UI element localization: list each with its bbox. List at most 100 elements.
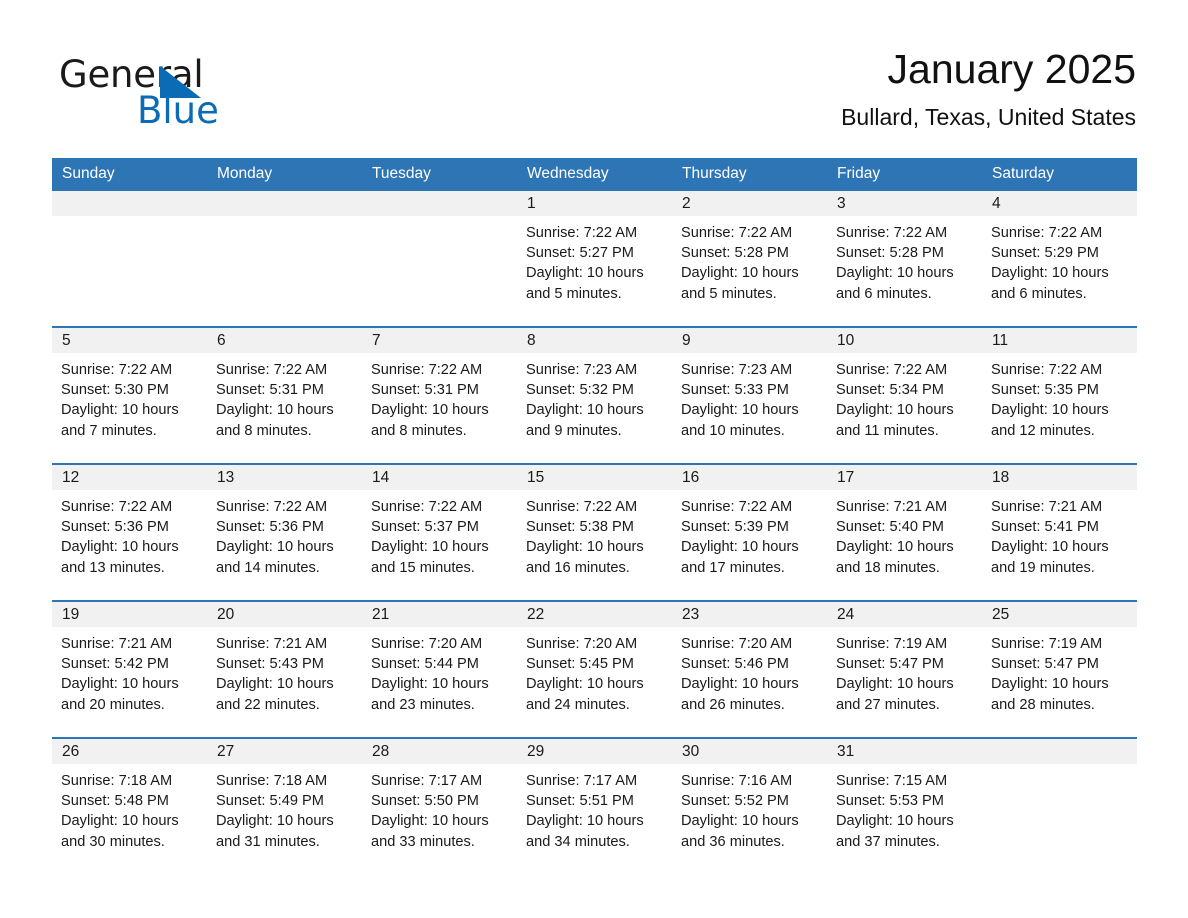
day-sun-info: Sunrise: 7:23 AM Sunset: 5:32 PM Daylight:… (517, 353, 672, 441)
day-number: 5 (62, 332, 71, 349)
day-number-band: 10 (827, 328, 982, 353)
calendar-day-cell-empty (982, 739, 1137, 874)
calendar-day-cell[interactable]: 15 Sunrise: 7:22 AM Sunset: 5:38 PM Dayligh… (517, 465, 672, 600)
day-number-band: 13 (207, 465, 362, 490)
day-number: 20 (217, 606, 235, 623)
day-number: 28 (372, 743, 390, 760)
day-sun-info: Sunrise: 7:21 AM Sunset: 5:41 PM Daylight:… (982, 490, 1137, 578)
day-sun-info: Sunrise: 7:22 AM Sunset: 5:36 PM Daylight:… (207, 490, 362, 578)
calendar-day-cell[interactable]: 1 Sunrise: 7:22 AM Sunset: 5:27 PM Daylight… (517, 191, 672, 326)
day-number-band: 28 (362, 739, 517, 764)
calendar-day-cell[interactable]: 10 Sunrise: 7:22 AM Sunset: 5:34 PM Dayligh… (827, 328, 982, 463)
calendar-day-cell[interactable]: 23 Sunrise: 7:20 AM Sunset: 5:46 PM Dayligh… (672, 602, 827, 737)
calendar-week-row: 26 Sunrise: 7:18 AM Sunset: 5:48 PM Dayligh… (52, 737, 1137, 874)
day-number: 16 (682, 469, 700, 486)
sunset-text: Sunset: 5:31 PM (371, 382, 479, 399)
calendar-day-cell[interactable]: 24 Sunrise: 7:19 AM Sunset: 5:47 PM Dayligh… (827, 602, 982, 737)
calendar-day-cell[interactable]: 30 Sunrise: 7:16 AM Sunset: 5:52 PM Dayligh… (672, 739, 827, 874)
day-number-band (52, 191, 207, 216)
day-number: 14 (372, 469, 390, 486)
calendar-day-cell[interactable]: 13 Sunrise: 7:22 AM Sunset: 5:36 PM Dayligh… (207, 465, 362, 600)
calendar-day-cell[interactable]: 8 Sunrise: 7:23 AM Sunset: 5:32 PM Daylight… (517, 328, 672, 463)
sunrise-text: Sunrise: 7:18 AM (216, 773, 328, 789)
day-sun-info: Sunrise: 7:19 AM Sunset: 5:47 PM Daylight:… (982, 627, 1137, 715)
calendar-day-cell[interactable]: 12 Sunrise: 7:22 AM Sunset: 5:36 PM Dayligh… (52, 465, 207, 600)
day-number-band: 31 (827, 739, 982, 764)
day-sun-info: Sunrise: 7:22 AM Sunset: 5:36 PM Daylight:… (52, 490, 207, 578)
daylight-text: Daylight: 10 hours and 5 minutes. (681, 265, 799, 302)
calendar-day-cell[interactable]: 28 Sunrise: 7:17 AM Sunset: 5:50 PM Dayligh… (362, 739, 517, 874)
day-sun-info: Sunrise: 7:22 AM Sunset: 5:31 PM Daylight:… (362, 353, 517, 441)
day-number-band: 5 (52, 328, 207, 353)
calendar-day-cell[interactable]: 14 Sunrise: 7:22 AM Sunset: 5:37 PM Dayligh… (362, 465, 517, 600)
daylight-text: Daylight: 10 hours and 17 minutes. (681, 539, 799, 576)
calendar-day-cell[interactable]: 9 Sunrise: 7:23 AM Sunset: 5:33 PM Daylight… (672, 328, 827, 463)
weekday-header-saturday: Saturday (992, 165, 1055, 182)
calendar-day-cell[interactable]: 21 Sunrise: 7:20 AM Sunset: 5:44 PM Dayligh… (362, 602, 517, 737)
day-number-band: 26 (52, 739, 207, 764)
sunset-text: Sunset: 5:35 PM (991, 382, 1099, 399)
sunset-text: Sunset: 5:36 PM (216, 519, 324, 536)
sunset-text: Sunset: 5:42 PM (61, 656, 169, 673)
calendar-day-cell[interactable]: 25 Sunrise: 7:19 AM Sunset: 5:47 PM Dayligh… (982, 602, 1137, 737)
calendar-week-row: 5 Sunrise: 7:22 AM Sunset: 5:30 PM Daylight… (52, 326, 1137, 463)
daylight-text: Daylight: 10 hours and 33 minutes. (371, 813, 489, 850)
calendar-week-row: 1 Sunrise: 7:22 AM Sunset: 5:27 PM Daylight… (52, 191, 1137, 326)
daylight-text: Daylight: 10 hours and 36 minutes. (681, 813, 799, 850)
daylight-text: Daylight: 10 hours and 37 minutes. (836, 813, 954, 850)
daylight-text: Daylight: 10 hours and 6 minutes. (991, 265, 1109, 302)
title-block: January 2025 Bullard, Texas, United Stat… (841, 44, 1136, 131)
sunset-text: Sunset: 5:52 PM (681, 793, 789, 810)
day-number: 30 (682, 743, 700, 760)
calendar-week-row: 19 Sunrise: 7:21 AM Sunset: 5:42 PM Dayligh… (52, 600, 1137, 737)
day-number-band: 18 (982, 465, 1137, 490)
sunrise-text: Sunrise: 7:22 AM (836, 225, 948, 241)
day-number: 10 (837, 332, 855, 349)
sunrise-text: Sunrise: 7:20 AM (681, 636, 793, 652)
calendar-day-cell[interactable]: 2 Sunrise: 7:22 AM Sunset: 5:28 PM Daylight… (672, 191, 827, 326)
calendar-day-cell[interactable]: 19 Sunrise: 7:21 AM Sunset: 5:42 PM Dayligh… (52, 602, 207, 737)
calendar-day-cell[interactable]: 17 Sunrise: 7:21 AM Sunset: 5:40 PM Dayligh… (827, 465, 982, 600)
sunrise-text: Sunrise: 7:22 AM (371, 362, 483, 378)
day-number: 15 (527, 469, 545, 486)
calendar-day-cell-empty (52, 191, 207, 326)
calendar-day-cell[interactable]: 5 Sunrise: 7:22 AM Sunset: 5:30 PM Daylight… (52, 328, 207, 463)
day-number: 2 (682, 195, 691, 212)
calendar-day-cell[interactable]: 4 Sunrise: 7:22 AM Sunset: 5:29 PM Daylight… (982, 191, 1137, 326)
general-blue-logo[interactable]: General Blue (59, 53, 389, 139)
sunset-text: Sunset: 5:30 PM (61, 382, 169, 399)
sunrise-text: Sunrise: 7:22 AM (371, 499, 483, 515)
daylight-text: Daylight: 10 hours and 8 minutes. (216, 402, 334, 439)
sunset-text: Sunset: 5:45 PM (526, 656, 634, 673)
day-sun-info: Sunrise: 7:22 AM Sunset: 5:35 PM Daylight:… (982, 353, 1137, 441)
sunset-text: Sunset: 5:47 PM (991, 656, 1099, 673)
calendar-day-cell[interactable]: 26 Sunrise: 7:18 AM Sunset: 5:48 PM Dayligh… (52, 739, 207, 874)
calendar-day-cell[interactable]: 7 Sunrise: 7:22 AM Sunset: 5:31 PM Daylight… (362, 328, 517, 463)
calendar-day-cell[interactable]: 16 Sunrise: 7:22 AM Sunset: 5:39 PM Dayligh… (672, 465, 827, 600)
calendar-day-cell[interactable]: 20 Sunrise: 7:21 AM Sunset: 5:43 PM Dayligh… (207, 602, 362, 737)
day-number-band (207, 191, 362, 216)
day-number-band: 4 (982, 191, 1137, 216)
daylight-text: Daylight: 10 hours and 22 minutes. (216, 676, 334, 713)
day-number-band: 14 (362, 465, 517, 490)
sunset-text: Sunset: 5:33 PM (681, 382, 789, 399)
calendar-day-cell[interactable]: 18 Sunrise: 7:21 AM Sunset: 5:41 PM Dayligh… (982, 465, 1137, 600)
sunset-text: Sunset: 5:40 PM (836, 519, 944, 536)
day-sun-info: Sunrise: 7:20 AM Sunset: 5:46 PM Daylight:… (672, 627, 827, 715)
calendar-day-cell[interactable]: 31 Sunrise: 7:15 AM Sunset: 5:53 PM Dayligh… (827, 739, 982, 874)
day-sun-info: Sunrise: 7:22 AM Sunset: 5:39 PM Daylight:… (672, 490, 827, 578)
calendar-week-row: 12 Sunrise: 7:22 AM Sunset: 5:36 PM Dayligh… (52, 463, 1137, 600)
calendar-day-cell[interactable]: 22 Sunrise: 7:20 AM Sunset: 5:45 PM Dayligh… (517, 602, 672, 737)
calendar-day-cell[interactable]: 11 Sunrise: 7:22 AM Sunset: 5:35 PM Dayligh… (982, 328, 1137, 463)
sunrise-text: Sunrise: 7:22 AM (991, 225, 1103, 241)
daylight-text: Daylight: 10 hours and 8 minutes. (371, 402, 489, 439)
day-number: 11 (992, 332, 1009, 349)
day-sun-info: Sunrise: 7:19 AM Sunset: 5:47 PM Daylight:… (827, 627, 982, 715)
sunrise-text: Sunrise: 7:21 AM (61, 636, 173, 652)
calendar-day-cell[interactable]: 29 Sunrise: 7:17 AM Sunset: 5:51 PM Dayligh… (517, 739, 672, 874)
calendar-day-cell[interactable]: 6 Sunrise: 7:22 AM Sunset: 5:31 PM Daylight… (207, 328, 362, 463)
sunrise-text: Sunrise: 7:22 AM (681, 499, 793, 515)
day-number: 1 (527, 195, 536, 212)
calendar-day-cell[interactable]: 27 Sunrise: 7:18 AM Sunset: 5:49 PM Dayligh… (207, 739, 362, 874)
calendar-day-cell[interactable]: 3 Sunrise: 7:22 AM Sunset: 5:28 PM Daylight… (827, 191, 982, 326)
